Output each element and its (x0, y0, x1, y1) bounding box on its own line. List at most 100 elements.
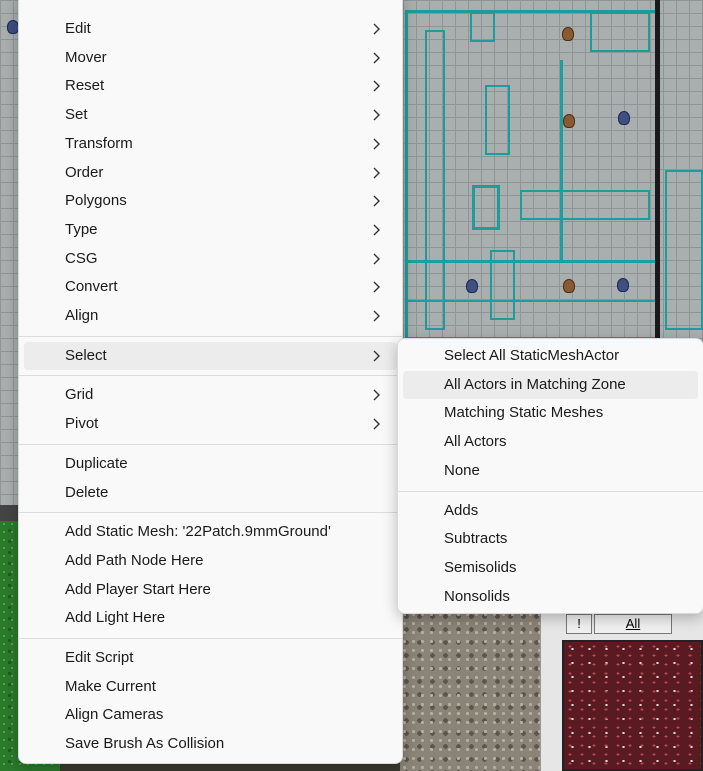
submenu-item-adds[interactable]: Adds (403, 497, 698, 525)
menu-item-duplicate[interactable]: Duplicate (24, 450, 397, 478)
exclamation-button[interactable]: ! (566, 614, 592, 634)
submenu-item-subtracts[interactable]: Subtracts (403, 525, 698, 553)
chevron-right-icon (369, 51, 383, 65)
menu-item-label: Add Static Mesh: '22Patch.9mmGround' (65, 523, 331, 541)
menu-item-polygons[interactable]: Polygons (24, 187, 397, 215)
menu-item-save-brush-as-collision[interactable]: Save Brush As Collision (24, 730, 397, 758)
menu-item-mover[interactable]: Mover (24, 44, 397, 72)
menu-item-label: All Actors in Matching Zone (444, 375, 626, 393)
rock-texture (400, 610, 540, 771)
chevron-right-icon (369, 349, 383, 363)
menu-item-label: CSG (65, 249, 98, 267)
menu-item-add-static-mesh-22patch-9mmground[interactable]: Add Static Mesh: '22Patch.9mmGround' (24, 518, 397, 546)
actor-icon[interactable] (617, 278, 629, 292)
menu-item-label: Order (65, 163, 104, 181)
chevron-right-icon (369, 280, 383, 294)
menu-item-set[interactable]: Set (24, 101, 397, 129)
menu-item-label: Duplicate (65, 454, 128, 472)
menu-item-grid[interactable]: Grid (24, 381, 397, 409)
menu-item-reset[interactable]: Reset (24, 72, 397, 100)
chevron-right-icon (369, 388, 383, 402)
submenu-item-nonsolids[interactable]: Nonsolids (403, 583, 698, 611)
menu-item-label: Make Current (65, 677, 156, 695)
wireframe-column (472, 185, 500, 230)
menu-item-add-light-here[interactable]: Add Light Here (24, 604, 397, 632)
wireframe-edge (405, 300, 660, 302)
menu-item-label: Type (65, 220, 98, 238)
menu-item-label: Select All StaticMeshActor (444, 347, 620, 364)
chevron-right-icon (369, 252, 383, 266)
menu-item-add-player-start-here[interactable]: Add Player Start Here (24, 576, 397, 604)
menu-separator (19, 335, 402, 337)
menu-item-order[interactable]: Order (24, 159, 397, 187)
menu-item-align-cameras[interactable]: Align Cameras (24, 701, 397, 729)
menu-separator (19, 512, 402, 514)
wireframe-wall (520, 190, 650, 220)
submenu-item-matching-static-meshes[interactable]: Matching Static Meshes (403, 399, 698, 427)
menu-item-label: Nonsolids (444, 587, 510, 605)
menu-item-select[interactable]: Select (24, 341, 397, 370)
menu-item-label: None (444, 461, 480, 479)
menu-separator (19, 638, 402, 639)
menu-item-label: Add Light Here (65, 609, 166, 627)
menu-item-label: Pivot (65, 415, 99, 433)
menu-item-label: Select (65, 346, 107, 364)
wireframe-wall (470, 12, 495, 42)
chevron-right-icon (369, 417, 383, 431)
menu-item-label: Mover (65, 48, 107, 66)
wireframe-wall (590, 12, 650, 52)
menu-item-add-path-node-here[interactable]: Add Path Node Here (24, 547, 397, 575)
menu-item-label: Transform (65, 134, 133, 152)
menu-item-convert[interactable]: Convert (24, 273, 397, 301)
menu-item-label: Save Brush As Collision (65, 735, 225, 753)
chevron-right-icon (369, 22, 383, 36)
menu-item-edit[interactable]: Edit (24, 15, 397, 43)
wireframe-wall (665, 170, 703, 330)
menu-item-label: Set (65, 106, 88, 124)
menu-item-label: Adds (444, 501, 479, 519)
submenu-item-semisolids[interactable]: Semisolids (403, 554, 698, 582)
menu-item-delete[interactable]: Delete (24, 479, 397, 507)
actor-icon[interactable] (563, 114, 575, 128)
actor-icon[interactable] (563, 279, 575, 293)
menu-item-label: Reset (65, 77, 105, 95)
menu-item-csg[interactable]: CSG (24, 245, 397, 273)
chevron-right-icon (369, 137, 383, 151)
menu-item-edit-script[interactable]: Edit Script (24, 644, 397, 672)
menu-item-pivot[interactable]: Pivot (24, 410, 397, 438)
chevron-right-icon (369, 79, 383, 93)
wireframe-edge (560, 60, 563, 260)
texture-thumbnail[interactable] (562, 640, 703, 771)
submenu-item-none[interactable]: None (403, 457, 698, 485)
chevron-right-icon (369, 108, 383, 122)
menu-separator (19, 375, 402, 377)
viewport-corner (0, 505, 20, 521)
context-menu: Edit Mover Reset Set Transform Order Polygons T… (18, 0, 403, 764)
menu-item-label: Add Path Node Here (65, 551, 204, 569)
submenu-item-all-actors-in-matching-zone[interactable]: All Actors in Matching Zone (403, 370, 698, 399)
submenu-item-select-all-staticmeshactor[interactable]: Select All StaticMeshActor (403, 342, 698, 370)
menu-separator (398, 490, 703, 492)
menu-item-label: Matching Static Meshes (444, 404, 604, 422)
actor-icon[interactable] (562, 27, 574, 41)
menu-item-transform[interactable]: Transform (24, 130, 397, 158)
wireframe-wall (425, 30, 445, 330)
actor-icon[interactable] (466, 279, 478, 293)
menu-item-label: Semisolids (444, 558, 517, 576)
menu-item-label: All Actors (444, 433, 507, 451)
menu-item-type[interactable]: Type (24, 216, 397, 244)
menu-item-label: Align (65, 307, 99, 324)
menu-item-align[interactable]: Align (24, 302, 397, 330)
chevron-right-icon (369, 194, 383, 208)
chevron-right-icon (369, 223, 383, 237)
chevron-right-icon (369, 166, 383, 180)
actor-icon[interactable] (618, 111, 630, 125)
chevron-right-icon (369, 309, 383, 323)
all-button[interactable]: All (594, 614, 672, 634)
select-submenu: Select All StaticMeshActor All Actors in … (397, 338, 703, 614)
menu-item-label: Grid (65, 386, 94, 404)
menu-item-label: Delete (65, 483, 109, 501)
menu-item-make-current[interactable]: Make Current (24, 673, 397, 701)
submenu-item-all-actors[interactable]: All Actors (403, 428, 698, 456)
menu-item-label: Convert (65, 278, 118, 296)
